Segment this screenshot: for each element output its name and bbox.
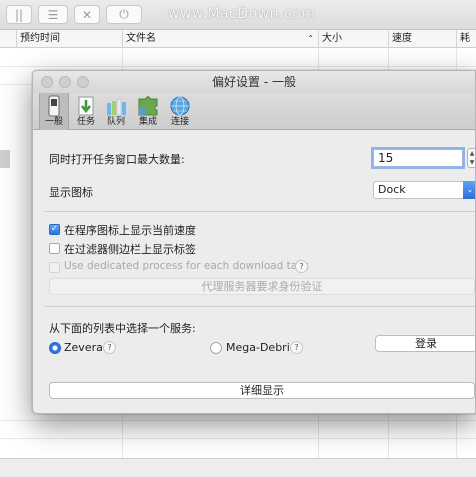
show-tags-label: 在过滤器侧边栏上显示标签: [64, 243, 196, 256]
switch-icon: [48, 95, 60, 117]
column-header-size[interactable]: 大小: [318, 30, 388, 48]
show-tags-checkbox[interactable]: [49, 243, 60, 254]
show-speed-checkbox[interactable]: ✓: [49, 224, 60, 235]
tab-tasks-label: 任务: [76, 117, 95, 127]
tab-connection-label: 连接: [170, 117, 189, 127]
show-icon-value: Dock: [378, 183, 406, 196]
preferences-dialog: 偏好设置 - 一般 一般 任务 队列 集成 连接 同时打开任务窗口最大数量: 1…: [32, 70, 476, 414]
watermark: www.MacDown.com: [168, 6, 316, 22]
dialog-title: 偏好设置 - 一般: [212, 75, 296, 89]
general-settings: 同时打开任务窗口最大数量: 15 ▲ ▼ 显示图标 Dock ⌄ ✓ 在程序图标上…: [33, 131, 475, 413]
help-icon[interactable]: ?: [103, 341, 116, 354]
download-arrow-icon: [78, 96, 94, 116]
column-header-elapsed[interactable]: 耗时: [456, 30, 476, 62]
show-icon-label: 显示图标: [49, 186, 93, 199]
divider: [45, 306, 475, 307]
max-tasks-stepper[interactable]: ▲ ▼: [467, 148, 475, 168]
puzzle-icon: [138, 96, 158, 116]
close-icon[interactable]: ✕: [74, 5, 100, 24]
max-tasks-label: 同时打开任务窗口最大数量:: [49, 153, 185, 166]
table-row: [0, 438, 476, 439]
tab-queue-label: 队列: [106, 117, 125, 127]
chevron-up-icon: ▲: [469, 150, 475, 157]
column-header-speed[interactable]: 速度: [388, 30, 456, 48]
minimize-window-button[interactable]: [59, 76, 71, 88]
zevera-label: Zevera: [64, 341, 103, 354]
main-toolbar: || ☰ ✕ ⏻ www.MacDown.com: [0, 0, 476, 30]
mega-debrid-label: Mega-Debrid: [226, 341, 297, 354]
list-icon[interactable]: ☰: [38, 5, 68, 24]
table-row: [0, 66, 476, 67]
table-row: [0, 420, 476, 421]
tab-integration[interactable]: 集成: [133, 93, 163, 130]
sidebar-strip: [0, 150, 10, 168]
service-label: 从下面的列表中选择一个服务:: [49, 322, 196, 335]
max-tasks-input[interactable]: 15: [373, 149, 463, 167]
details-button[interactable]: 详细显示: [49, 382, 475, 399]
globe-icon: [170, 96, 190, 116]
close-window-button[interactable]: [41, 76, 53, 88]
pause-icon[interactable]: ||: [6, 5, 32, 24]
zevera-radio[interactable]: [49, 342, 61, 354]
dedicated-process-label: Use dedicated process for each download …: [64, 260, 309, 272]
column-header-scheduled-time[interactable]: 预约时间: [16, 30, 122, 48]
power-icon[interactable]: ⏻: [106, 5, 142, 24]
chevron-down-icon: ⌄: [463, 181, 475, 199]
tab-integration-label: 集成: [138, 117, 157, 127]
tab-connection[interactable]: 连接: [165, 93, 195, 130]
queue-icon: [107, 98, 126, 116]
show-speed-label: 在程序图标上显示当前速度: [64, 224, 196, 237]
column-header-filename[interactable]: 文件名 ⌃: [122, 30, 318, 48]
tab-tasks[interactable]: 任务: [71, 93, 101, 130]
zoom-window-button[interactable]: [77, 76, 89, 88]
table-header: 预约时间 文件名⌃ 大小 速度 耗时: [0, 30, 476, 62]
show-icon-select[interactable]: Dock ⌄: [373, 181, 475, 199]
dialog-titlebar: 偏好设置 - 一般: [33, 71, 475, 93]
status-bar: [0, 458, 476, 477]
tab-general[interactable]: 一般: [39, 93, 69, 130]
mega-debrid-radio[interactable]: [210, 342, 222, 354]
dedicated-process-checkbox[interactable]: [49, 262, 60, 273]
preferences-toolbar: 一般 任务 队列 集成 连接: [33, 93, 475, 130]
login-button[interactable]: 登录: [375, 335, 475, 352]
divider: [45, 211, 475, 212]
chevron-down-icon: ▼: [469, 159, 475, 166]
help-icon[interactable]: ?: [290, 341, 303, 354]
tab-general-label: 一般: [44, 117, 63, 127]
chevron-up-icon: ⌃: [307, 34, 314, 43]
help-icon[interactable]: ?: [295, 260, 308, 273]
proxy-auth-button[interactable]: 代理服务器要求身份验证: [49, 278, 475, 295]
tab-queue[interactable]: 队列: [101, 93, 131, 130]
